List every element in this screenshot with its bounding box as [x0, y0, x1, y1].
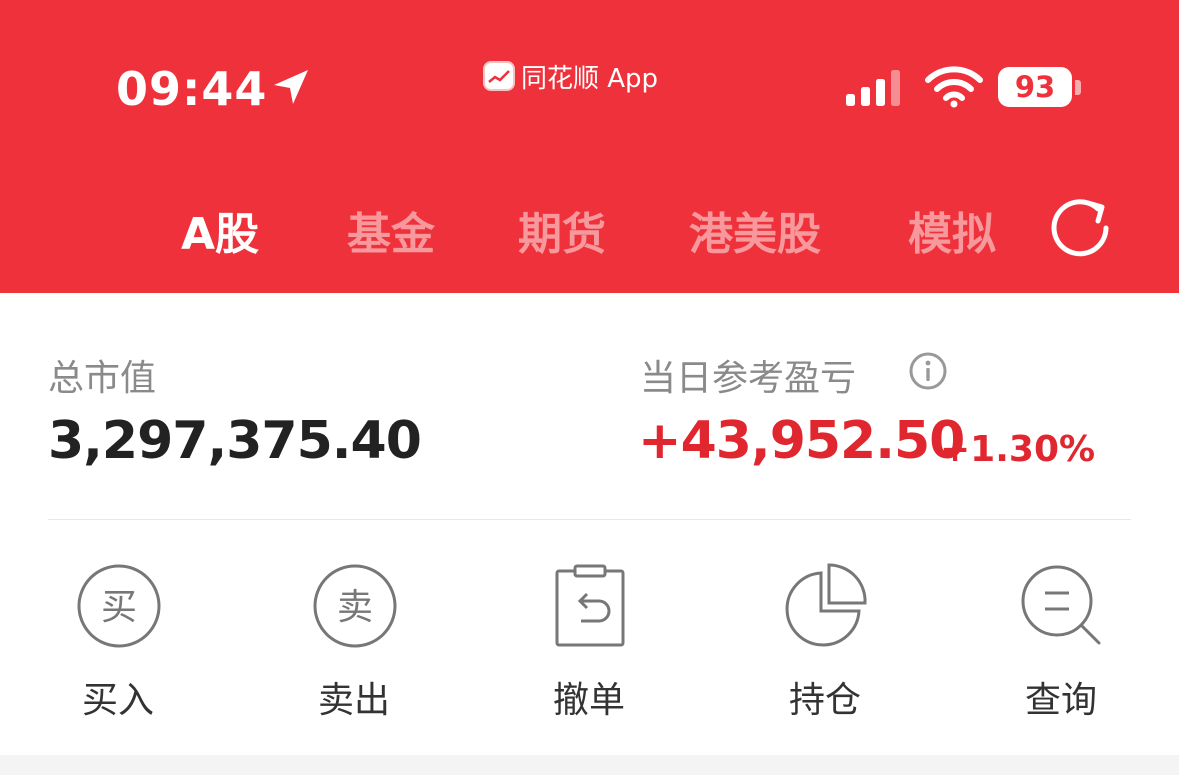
sell-icon: 卖: [313, 564, 397, 648]
source-app-label: 同花顺 App: [521, 63, 659, 94]
tab-a-shares[interactable]: A股: [181, 198, 259, 262]
tab-simulated[interactable]: 模拟: [908, 198, 996, 262]
sell-button[interactable]: 卖 卖出: [274, 563, 434, 723]
top-header: 09:44 同花顺 App 93 A股 基金 期货 港美股 模拟: [0, 0, 1179, 293]
tab-futures[interactable]: 期货: [518, 198, 606, 262]
battery-icon: 93: [998, 67, 1072, 107]
buy-button[interactable]: 买 买入: [38, 563, 198, 723]
battery-tip: [1075, 80, 1081, 95]
signal-icon: [846, 70, 900, 106]
battery-level: 93: [1014, 70, 1056, 104]
pie-chart-icon: [785, 563, 867, 647]
buy-icon-glyph: 买: [101, 587, 137, 628]
total-value: 3,297,375.40: [48, 411, 422, 471]
daily-pl-percent: +1.30%: [940, 429, 1096, 470]
search-icon: [1021, 565, 1101, 645]
wifi-icon: [925, 66, 983, 108]
total-value-label: 总市值: [48, 358, 157, 399]
query-button[interactable]: 查询: [981, 563, 1141, 723]
tab-hk-us-stocks[interactable]: 港美股: [689, 198, 821, 262]
buy-label: 买入: [81, 680, 154, 721]
status-time: 09:44: [116, 62, 268, 116]
location-arrow-icon: [274, 70, 308, 104]
buy-icon: 买: [77, 564, 161, 648]
sell-label: 卖出: [317, 680, 390, 721]
tab-funds[interactable]: 基金: [347, 198, 435, 262]
cancel-order-icon: [555, 564, 625, 647]
refresh-icon[interactable]: [1048, 197, 1112, 259]
divider: [48, 519, 1131, 520]
cancel-order-label: 撤单: [552, 680, 625, 721]
holdings-label: 持仓: [788, 680, 861, 721]
holdings-button[interactable]: 持仓: [745, 563, 905, 723]
daily-pl-label: 当日参考盈亏: [640, 358, 857, 399]
app-logo-icon: [483, 61, 515, 91]
daily-pl-value: +43,952.50: [638, 411, 965, 471]
cancel-order-button[interactable]: 撤单: [509, 563, 669, 723]
query-label: 查询: [1024, 680, 1097, 721]
info-icon[interactable]: [908, 351, 948, 391]
back-to-app-indicator[interactable]: 同花顺 App: [483, 60, 659, 94]
sell-icon-glyph: 卖: [337, 587, 373, 628]
account-summary: 总市值 3,297,375.40 当日参考盈亏 +43,952.50 +1.30…: [0, 293, 1179, 755]
